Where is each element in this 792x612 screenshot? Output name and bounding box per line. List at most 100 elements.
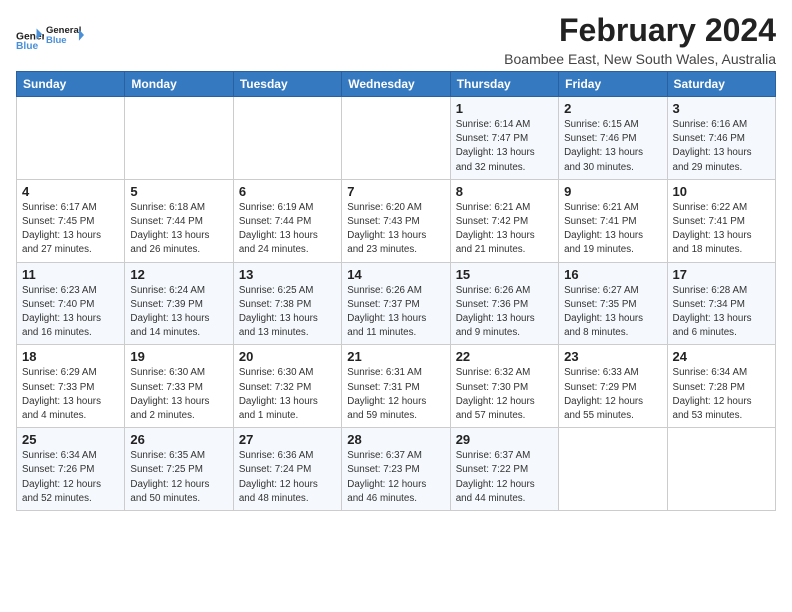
calendar-cell: 19 Sunrise: 6:30 AM Sunset: 7:33 PM Dayli… <box>125 345 233 428</box>
day-number: 15 <box>456 267 553 282</box>
day-number: 3 <box>673 101 770 116</box>
calendar-cell: 29 Sunrise: 6:37 AM Sunset: 7:22 PM Dayli… <box>450 428 558 511</box>
day-info: Sunrise: 6:17 AM Sunset: 7:45 PM Dayligh… <box>22 201 119 258</box>
logo: General Blue General Blue <box>16 16 84 54</box>
calendar-cell: 14Sunrise: 6:26 AM Sunset: 7:37 PM Dayli… <box>342 262 450 345</box>
day-number: 4 <box>22 184 119 199</box>
day-info: Sunrise: 6:33 AM Sunset: 7:29 PM Dayligh… <box>564 366 661 423</box>
calendar-cell: 16 Sunrise: 6:27 AM Sunset: 7:35 PM Dayli… <box>559 262 667 345</box>
day-number: 20 <box>239 349 336 364</box>
day-number: 12 <box>130 267 227 282</box>
day-info: Sunrise: 6:14 AM Sunset: 7:47 PM Dayligh… <box>456 118 553 175</box>
day-number: 13 <box>239 267 336 282</box>
day-number: 21 <box>347 349 444 364</box>
calendar-cell: 25 Sunrise: 6:34 AM Sunset: 7:26 PM Dayli… <box>17 428 125 511</box>
calendar-cell: 10Sunrise: 6:22 AM Sunset: 7:41 PM Dayli… <box>667 179 775 262</box>
day-info: Sunrise: 6:31 AM Sunset: 7:31 PM Dayligh… <box>347 366 444 423</box>
title-block: February 2024 Boambee East, New South Wa… <box>504 12 776 67</box>
day-number: 7 <box>347 184 444 199</box>
day-number: 17 <box>673 267 770 282</box>
day-info: Sunrise: 6:32 AM Sunset: 7:30 PM Dayligh… <box>456 366 553 423</box>
day-info: Sunrise: 6:37 AM Sunset: 7:22 PM Dayligh… <box>456 449 553 506</box>
day-number: 5 <box>130 184 227 199</box>
col-saturday: Saturday <box>667 72 775 97</box>
day-info: Sunrise: 6:23 AM Sunset: 7:40 PM Dayligh… <box>22 284 119 341</box>
day-number: 28 <box>347 432 444 447</box>
day-info: Sunrise: 6:16 AM Sunset: 7:46 PM Dayligh… <box>673 118 770 175</box>
day-info: Sunrise: 6:21 AM Sunset: 7:41 PM Dayligh… <box>564 201 661 258</box>
day-info: Sunrise: 6:30 AM Sunset: 7:33 PM Dayligh… <box>130 366 227 423</box>
week-row-3: 11Sunrise: 6:23 AM Sunset: 7:40 PM Dayli… <box>17 262 776 345</box>
col-friday: Friday <box>559 72 667 97</box>
day-number: 19 <box>130 349 227 364</box>
day-number: 23 <box>564 349 661 364</box>
day-info: Sunrise: 6:19 AM Sunset: 7:44 PM Dayligh… <box>239 201 336 258</box>
day-number: 14 <box>347 267 444 282</box>
col-sunday: Sunday <box>17 72 125 97</box>
calendar-cell: 21 Sunrise: 6:31 AM Sunset: 7:31 PM Dayli… <box>342 345 450 428</box>
header: General Blue General Blue February 2024 … <box>16 12 776 67</box>
main-container: General Blue General Blue February 2024 … <box>0 0 792 519</box>
day-info: Sunrise: 6:27 AM Sunset: 7:35 PM Dayligh… <box>564 284 661 341</box>
day-number: 25 <box>22 432 119 447</box>
calendar-cell: 23 Sunrise: 6:33 AM Sunset: 7:29 PM Dayli… <box>559 345 667 428</box>
calendar-cell: 18 Sunrise: 6:29 AM Sunset: 7:33 PM Dayli… <box>17 345 125 428</box>
day-info: Sunrise: 6:25 AM Sunset: 7:38 PM Dayligh… <box>239 284 336 341</box>
calendar-cell: 3 Sunrise: 6:16 AM Sunset: 7:46 PM Daylig… <box>667 97 775 180</box>
week-row-2: 4 Sunrise: 6:17 AM Sunset: 7:45 PM Daylig… <box>17 179 776 262</box>
day-info: Sunrise: 6:36 AM Sunset: 7:24 PM Dayligh… <box>239 449 336 506</box>
general-blue-logo-svg: General Blue <box>46 16 84 54</box>
calendar-cell: 2 Sunrise: 6:15 AM Sunset: 7:46 PM Daylig… <box>559 97 667 180</box>
day-number: 18 <box>22 349 119 364</box>
calendar-cell: 8 Sunrise: 6:21 AM Sunset: 7:42 PM Daylig… <box>450 179 558 262</box>
calendar-cell: 9 Sunrise: 6:21 AM Sunset: 7:41 PM Daylig… <box>559 179 667 262</box>
day-info: Sunrise: 6:29 AM Sunset: 7:33 PM Dayligh… <box>22 366 119 423</box>
calendar-cell: 17 Sunrise: 6:28 AM Sunset: 7:34 PM Dayli… <box>667 262 775 345</box>
day-number: 9 <box>564 184 661 199</box>
day-number: 10 <box>673 184 770 199</box>
calendar-cell: 24Sunrise: 6:34 AM Sunset: 7:28 PM Dayli… <box>667 345 775 428</box>
logo-icon: General Blue <box>16 21 44 49</box>
day-number: 6 <box>239 184 336 199</box>
day-info: Sunrise: 6:18 AM Sunset: 7:44 PM Dayligh… <box>130 201 227 258</box>
week-row-4: 18 Sunrise: 6:29 AM Sunset: 7:33 PM Dayli… <box>17 345 776 428</box>
week-row-1: 1Sunrise: 6:14 AM Sunset: 7:47 PM Daylig… <box>17 97 776 180</box>
calendar-cell: 5 Sunrise: 6:18 AM Sunset: 7:44 PM Daylig… <box>125 179 233 262</box>
day-info: Sunrise: 6:37 AM Sunset: 7:23 PM Dayligh… <box>347 449 444 506</box>
page-subtitle: Boambee East, New South Wales, Australia <box>504 51 776 67</box>
day-info: Sunrise: 6:24 AM Sunset: 7:39 PM Dayligh… <box>130 284 227 341</box>
col-monday: Monday <box>125 72 233 97</box>
day-number: 29 <box>456 432 553 447</box>
day-info: Sunrise: 6:34 AM Sunset: 7:26 PM Dayligh… <box>22 449 119 506</box>
calendar-cell <box>125 97 233 180</box>
calendar-cell: 7Sunrise: 6:20 AM Sunset: 7:43 PM Daylig… <box>342 179 450 262</box>
svg-text:General: General <box>46 25 81 36</box>
calendar-header-row: Sunday Monday Tuesday Wednesday Thursday… <box>17 72 776 97</box>
day-info: Sunrise: 6:34 AM Sunset: 7:28 PM Dayligh… <box>673 366 770 423</box>
day-info: Sunrise: 6:15 AM Sunset: 7:46 PM Dayligh… <box>564 118 661 175</box>
calendar-cell: 12 Sunrise: 6:24 AM Sunset: 7:39 PM Dayli… <box>125 262 233 345</box>
calendar-cell: 13 Sunrise: 6:25 AM Sunset: 7:38 PM Dayli… <box>233 262 341 345</box>
calendar-cell: 28 Sunrise: 6:37 AM Sunset: 7:23 PM Dayli… <box>342 428 450 511</box>
calendar-cell: 22Sunrise: 6:32 AM Sunset: 7:30 PM Dayli… <box>450 345 558 428</box>
calendar-cell: 15Sunrise: 6:26 AM Sunset: 7:36 PM Dayli… <box>450 262 558 345</box>
day-info: Sunrise: 6:28 AM Sunset: 7:34 PM Dayligh… <box>673 284 770 341</box>
calendar-cell: 1Sunrise: 6:14 AM Sunset: 7:47 PM Daylig… <box>450 97 558 180</box>
day-info: Sunrise: 6:21 AM Sunset: 7:42 PM Dayligh… <box>456 201 553 258</box>
day-number: 8 <box>456 184 553 199</box>
calendar-cell <box>233 97 341 180</box>
day-number: 16 <box>564 267 661 282</box>
day-number: 2 <box>564 101 661 116</box>
week-row-5: 25 Sunrise: 6:34 AM Sunset: 7:26 PM Dayli… <box>17 428 776 511</box>
calendar-cell: 26Sunrise: 6:35 AM Sunset: 7:25 PM Dayli… <box>125 428 233 511</box>
svg-text:Blue: Blue <box>46 35 67 46</box>
day-info: Sunrise: 6:35 AM Sunset: 7:25 PM Dayligh… <box>130 449 227 506</box>
calendar-table: Sunday Monday Tuesday Wednesday Thursday… <box>16 71 776 511</box>
col-thursday: Thursday <box>450 72 558 97</box>
calendar-cell: 27Sunrise: 6:36 AM Sunset: 7:24 PM Dayli… <box>233 428 341 511</box>
calendar-cell: 11Sunrise: 6:23 AM Sunset: 7:40 PM Dayli… <box>17 262 125 345</box>
calendar-cell: 20Sunrise: 6:30 AM Sunset: 7:32 PM Dayli… <box>233 345 341 428</box>
calendar-cell <box>17 97 125 180</box>
calendar-cell <box>667 428 775 511</box>
svg-text:Blue: Blue <box>16 41 39 49</box>
